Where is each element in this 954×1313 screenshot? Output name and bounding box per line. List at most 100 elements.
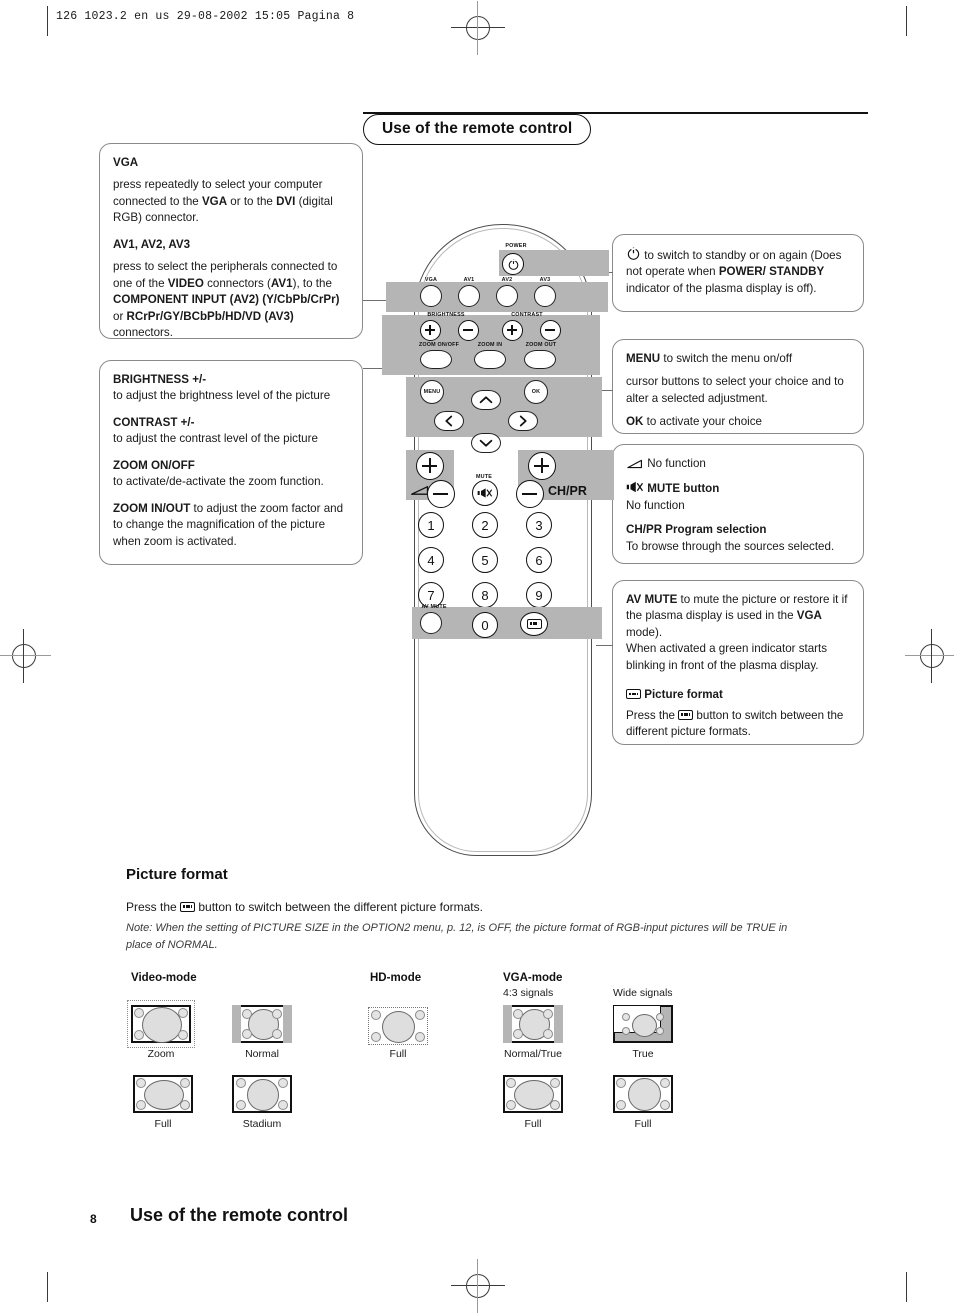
mute-icon bbox=[626, 480, 644, 494]
av3-button[interactable] bbox=[534, 285, 556, 307]
callout-cursor-line: cursor buttons to select your choice and… bbox=[626, 375, 844, 405]
zoom-onoff-button[interactable] bbox=[420, 350, 452, 369]
callout-zoom-inout: ZOOM IN/OUT to adjust the zoom factor an… bbox=[113, 501, 344, 548]
thumb-corner-bl bbox=[236, 1100, 246, 1110]
thumb-vgawide-full bbox=[613, 1075, 673, 1113]
keypad-0[interactable]: 0 bbox=[472, 612, 498, 638]
brightness-plus-button[interactable] bbox=[420, 320, 441, 341]
keypad-3[interactable]: 3 bbox=[526, 512, 552, 538]
picture-format-icon-inline bbox=[678, 709, 694, 720]
thumb-corner-tl bbox=[134, 1008, 144, 1018]
thumb-corner-tl bbox=[236, 1078, 246, 1088]
thumb-corner-br bbox=[180, 1100, 190, 1110]
volume-minus-button[interactable] bbox=[427, 480, 455, 508]
picture-format-icon-section bbox=[180, 902, 196, 912]
thumb-corner-bl bbox=[616, 1100, 626, 1110]
thumb-corner-br bbox=[178, 1030, 188, 1040]
keypad-6[interactable]: 6 bbox=[526, 547, 552, 573]
caption-video-stadium: Stadium bbox=[242, 1118, 282, 1130]
callout-mute-sub: No function bbox=[626, 498, 685, 512]
cursor-left-button[interactable] bbox=[434, 411, 464, 431]
thumb-hd-full bbox=[368, 1007, 428, 1045]
video-mode-heading: Video-mode bbox=[131, 972, 197, 984]
zoom-in-button[interactable] bbox=[474, 350, 506, 369]
av1-button[interactable] bbox=[458, 285, 480, 307]
keypad-4[interactable]: 4 bbox=[418, 547, 444, 573]
caption-video-full: Full bbox=[154, 1118, 172, 1130]
thumb-corner-tr bbox=[550, 1078, 560, 1088]
volume-plus-button[interactable] bbox=[416, 452, 444, 480]
callout-mute-line: MUTE button bbox=[626, 480, 850, 497]
avmute-label-remote: AV MUTE bbox=[421, 604, 447, 610]
caption-hd-full: Full bbox=[389, 1048, 407, 1060]
zoom-out-label: ZOOM OUT bbox=[525, 342, 557, 348]
callout-brightness-body: to adjust the brightness level of the pi… bbox=[113, 389, 331, 403]
chpr-minus-button[interactable] bbox=[516, 480, 544, 508]
callout-menu-line: MENU to switch the menu on/off bbox=[626, 352, 793, 365]
thumb-corner-tl bbox=[616, 1078, 626, 1088]
brightness-minus-button[interactable] bbox=[458, 320, 479, 341]
vga-43-subheading: 4:3 signals bbox=[503, 987, 554, 999]
keypad-9[interactable]: 9 bbox=[526, 582, 552, 608]
callout-standby: to switch to standby or on again (Does n… bbox=[612, 234, 864, 312]
cursor-right-button[interactable] bbox=[508, 411, 538, 431]
thumb-corner-br bbox=[415, 1032, 425, 1042]
av-mute-button[interactable] bbox=[420, 612, 442, 634]
callout-zoom-onoff-heading: ZOOM ON/OFF bbox=[113, 458, 195, 472]
power-label: POWER bbox=[505, 243, 527, 249]
thumb-corner-bl bbox=[134, 1030, 144, 1040]
thumb-corner-bl bbox=[371, 1032, 381, 1042]
thumb-pillar-left bbox=[232, 1005, 241, 1043]
mute-button[interactable] bbox=[472, 480, 498, 506]
keypad-8[interactable]: 8 bbox=[472, 582, 498, 608]
power-icon bbox=[626, 246, 641, 261]
registration-mark-top bbox=[451, 1, 505, 55]
thumb-video-full bbox=[133, 1075, 193, 1113]
thumb-circle bbox=[247, 1079, 279, 1111]
chpr-plus-button[interactable] bbox=[528, 452, 556, 480]
caption-video-normal: Normal bbox=[245, 1048, 279, 1060]
thumb-corner-br bbox=[543, 1029, 553, 1039]
power-button[interactable] bbox=[502, 253, 524, 275]
cursor-up-button[interactable] bbox=[471, 390, 501, 410]
callout-zoom-onoff-body: to activate/de-activate the zoom functio… bbox=[113, 475, 324, 489]
keypad-5[interactable]: 5 bbox=[472, 547, 498, 573]
thumb-corner-tl bbox=[513, 1009, 523, 1019]
thumb-corner-tr bbox=[415, 1010, 425, 1020]
contrast-minus-button[interactable] bbox=[540, 320, 561, 341]
callout-brightness-contrast-zoom: BRIGHTNESS +/- to adjust the brightness … bbox=[99, 360, 363, 565]
keypad-2[interactable]: 2 bbox=[472, 512, 498, 538]
callout-chpr-sub: To browse through the sources selected. bbox=[626, 539, 835, 553]
callout-pictureformat-heading: Picture format bbox=[626, 687, 850, 703]
ok-label: OK bbox=[531, 389, 541, 395]
picture-format-button[interactable] bbox=[520, 612, 548, 636]
av2-button[interactable] bbox=[496, 285, 518, 307]
vga-button[interactable] bbox=[420, 285, 442, 307]
caption-video-zoom: Zoom bbox=[147, 1048, 175, 1060]
thumb-circle bbox=[628, 1078, 661, 1111]
zoom-onoff-label: ZOOM ON/OFF bbox=[418, 342, 460, 348]
thumb-video-normal bbox=[232, 1005, 292, 1043]
callout-avmute-pictureformat: AV MUTE to mute the picture or restore i… bbox=[612, 580, 864, 745]
av3-label: AV3 bbox=[539, 277, 551, 283]
picture-format-icon-remote bbox=[526, 619, 542, 629]
callout-av-body: press to select the peripherals connecte… bbox=[113, 260, 340, 340]
contrast-plus-button[interactable] bbox=[502, 320, 523, 341]
thumb-vga43-full bbox=[503, 1075, 563, 1113]
callout-brightness-heading: BRIGHTNESS +/- bbox=[113, 373, 207, 386]
crop-mark-left-bottom bbox=[47, 1272, 48, 1302]
thumb-corner-tl bbox=[136, 1078, 146, 1088]
thumb-corner-tr bbox=[543, 1009, 553, 1019]
keypad-1[interactable]: 1 bbox=[418, 512, 444, 538]
zoom-out-button[interactable] bbox=[524, 350, 556, 369]
thumb-corner-br bbox=[550, 1100, 560, 1110]
callout-av-heading: AV1, AV2, AV3 bbox=[113, 237, 191, 251]
cursor-down-button[interactable] bbox=[471, 433, 501, 453]
thumb-circle bbox=[382, 1011, 415, 1043]
hd-mode-heading: HD-mode bbox=[370, 972, 422, 984]
thumb-corner-bl bbox=[513, 1029, 523, 1039]
thumb-corner-tl bbox=[242, 1009, 252, 1019]
thumb-corner-bl bbox=[136, 1100, 146, 1110]
thumb-corner-tl bbox=[506, 1078, 516, 1088]
thumb-corner-tl bbox=[622, 1013, 630, 1021]
